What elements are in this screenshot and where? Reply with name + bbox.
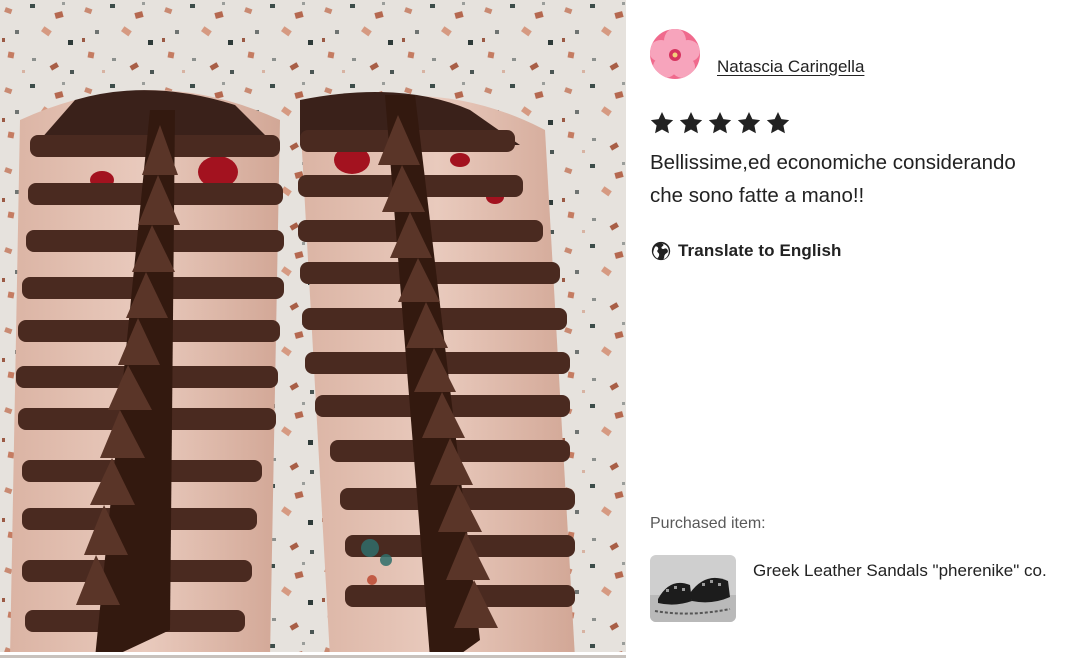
reviewer-name-link[interactable]: Natascia Caringella [717, 57, 864, 77]
star-icon [679, 111, 703, 134]
globe-icon [651, 241, 671, 261]
review-photo[interactable] [0, 0, 626, 658]
review-panel: Natascia Caringella Bellissime,ed econom… [626, 0, 1078, 658]
translate-label: Translate to English [678, 241, 842, 260]
review-text-line: che sono fatte a mano!! [650, 184, 865, 207]
review-text: Bellissime,ed economiche considerando ch… [650, 146, 1078, 212]
star-icon [708, 111, 732, 134]
star-rating [649, 110, 791, 136]
purchased-item-label: Purchased item: [650, 515, 766, 532]
star-icon [650, 111, 674, 134]
star-icon [766, 111, 790, 134]
translate-button[interactable]: Translate to English [650, 240, 842, 262]
bottom-edge-divider [0, 652, 1078, 658]
star-icon [737, 111, 761, 134]
avatar[interactable] [650, 29, 700, 79]
purchased-item-thumbnail[interactable] [650, 555, 736, 622]
purchased-item-name-link[interactable]: Greek Leather Sandals "pherenike" co. [753, 561, 1047, 581]
review-text-line: Bellissime,ed economiche considerando [650, 151, 1016, 174]
